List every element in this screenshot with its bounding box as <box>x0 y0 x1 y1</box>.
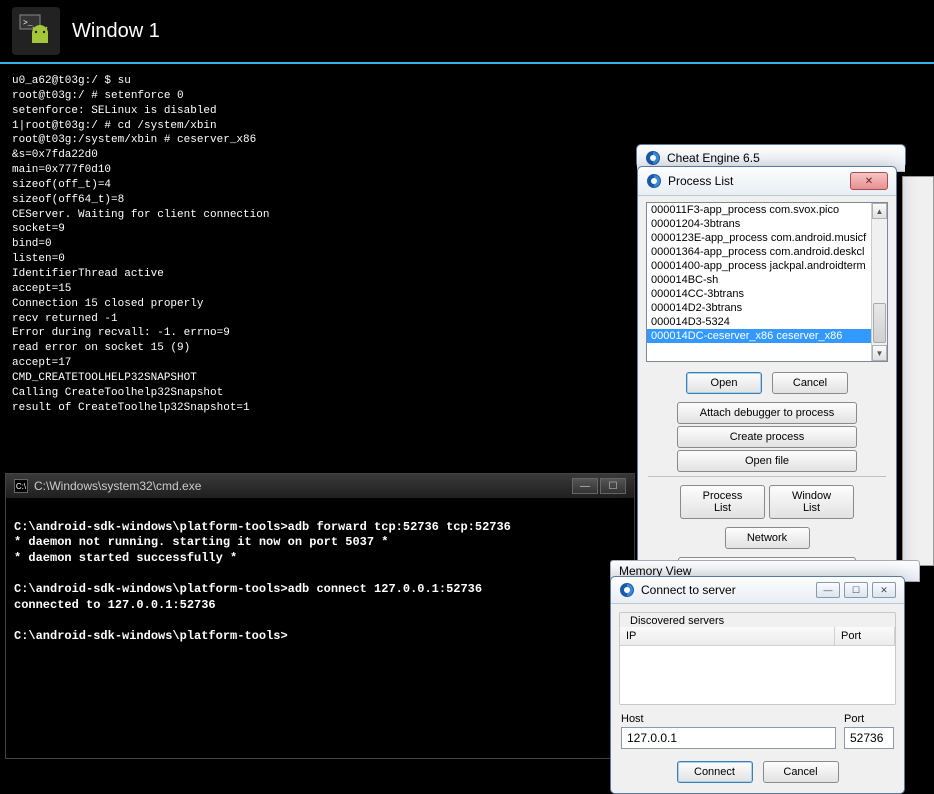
process-item[interactable]: 0000123E-app_process com.android.musicf <box>647 231 887 245</box>
process-list-titlebar[interactable]: Process List ✕ <box>638 167 896 196</box>
android-terminal-icon: >_ <box>12 7 60 55</box>
open-file-button[interactable]: Open file <box>677 450 857 472</box>
cheat-engine-icon <box>646 173 662 189</box>
process-item[interactable]: 000014DC-ceserver_x86 ceserver_x86 <box>647 329 887 343</box>
svg-text:>_: >_ <box>23 19 33 28</box>
connect-button[interactable]: Connect <box>677 761 753 783</box>
maximize-button[interactable]: ☐ <box>844 582 868 598</box>
connect-titlebar[interactable]: Connect to server ― ☐ ✕ <box>611 577 904 604</box>
android-titlebar: >_ Window 1 <box>0 0 934 64</box>
create-process-button[interactable]: Create process <box>677 426 857 448</box>
open-button[interactable]: Open <box>686 372 762 394</box>
cancel-button[interactable]: Cancel <box>772 372 848 394</box>
connect-title: Connect to server <box>641 583 816 597</box>
server-list-header: IP Port <box>620 627 895 646</box>
cancel-button[interactable]: Cancel <box>763 761 839 783</box>
host-label: Host <box>621 713 836 725</box>
ip-column-header[interactable]: IP <box>620 627 835 645</box>
cheat-engine-title: Cheat Engine 6.5 <box>667 151 760 165</box>
process-item[interactable]: 000014CC-3btrans <box>647 287 887 301</box>
cmd-output[interactable]: C:\android-sdk-windows\platform-tools>ad… <box>6 498 634 758</box>
cmd-window: C:\ C:\Windows\system32\cmd.exe — ☐ C:\a… <box>5 473 635 759</box>
process-listbox[interactable]: 000011F3-app_process com.svox.pico000012… <box>646 202 888 362</box>
cmd-minimize-button[interactable]: — <box>572 478 598 494</box>
cheat-engine-icon <box>619 582 635 598</box>
host-input[interactable] <box>621 727 836 749</box>
network-button[interactable]: Network <box>725 527 810 549</box>
discovered-servers-label: Discovered servers <box>626 615 728 627</box>
process-list-title: Process List <box>668 174 733 188</box>
process-item[interactable]: 00001204-3btrans <box>647 217 887 231</box>
minimize-button[interactable]: ― <box>816 582 840 598</box>
scroll-down-arrow[interactable]: ▼ <box>872 345 887 361</box>
scroll-thumb[interactable] <box>873 303 886 343</box>
port-label: Port <box>844 713 894 725</box>
connect-to-server-dialog: Connect to server ― ☐ ✕ Discovered serve… <box>610 576 905 794</box>
process-list-button[interactable]: Process List <box>680 485 765 519</box>
scroll-up-arrow[interactable]: ▲ <box>872 203 887 219</box>
process-item[interactable]: 000011F3-app_process com.svox.pico <box>647 203 887 217</box>
process-item[interactable]: 00001364-app_process com.android.deskcl <box>647 245 887 259</box>
window-list-button[interactable]: Window List <box>769 485 854 519</box>
ce-main-fragment <box>902 176 934 566</box>
cheat-engine-window[interactable]: Cheat Engine 6.5 <box>636 144 906 168</box>
process-item[interactable]: 000014BC-sh <box>647 273 887 287</box>
android-terminal-output[interactable]: u0_a62@t03g:/ $ su root@t03g:/ # setenfo… <box>0 66 630 416</box>
port-input[interactable] <box>844 727 894 749</box>
process-item[interactable]: 00001400-app_process jackpal.androidterm <box>647 259 887 273</box>
server-list-body[interactable] <box>620 646 895 704</box>
close-button[interactable]: ✕ <box>850 172 888 190</box>
process-item[interactable]: 000014D3-5324 <box>647 315 887 329</box>
cmd-title: C:\Windows\system32\cmd.exe <box>34 479 201 493</box>
cheat-engine-icon <box>645 150 661 166</box>
cmd-maximize-button[interactable]: ☐ <box>600 478 626 494</box>
port-column-header[interactable]: Port <box>835 627 895 645</box>
android-window-title: Window 1 <box>72 20 160 43</box>
attach-debugger-button[interactable]: Attach debugger to process <box>677 402 857 424</box>
close-button[interactable]: ✕ <box>872 582 896 598</box>
process-list-dialog: Process List ✕ 000011F3-app_process com.… <box>637 166 897 590</box>
discovered-servers-group: Discovered servers IP Port <box>619 612 896 705</box>
process-item[interactable]: 000014D2-3btrans <box>647 301 887 315</box>
cmd-icon: C:\ <box>14 479 28 493</box>
scrollbar-vertical[interactable]: ▲ ▼ <box>871 203 887 361</box>
cmd-titlebar[interactable]: C:\ C:\Windows\system32\cmd.exe — ☐ <box>6 474 634 498</box>
